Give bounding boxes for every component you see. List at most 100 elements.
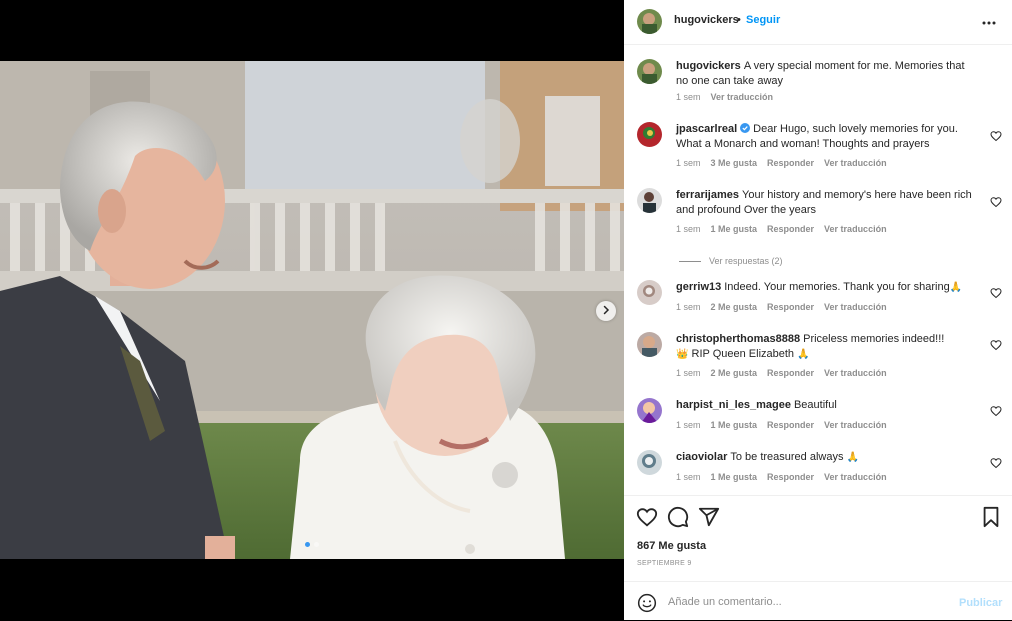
comment-avatar[interactable]	[637, 398, 662, 423]
reply-button[interactable]: Responder	[767, 472, 814, 482]
comment-like-heart-icon[interactable]	[990, 286, 1002, 299]
reply-button[interactable]: Responder	[767, 302, 814, 312]
translate-link[interactable]: Ver traducción	[824, 224, 887, 234]
comment-text: jpascarlreal Dear Hugo, such lovely memor…	[676, 122, 976, 152]
comment-meta: 1 sem 1 Me gusta Responder Ver traducció…	[676, 420, 887, 430]
comment-likes[interactable]: 2 Me gusta	[711, 368, 758, 378]
comment-icon	[667, 506, 689, 532]
reply-button[interactable]: Responder	[767, 158, 814, 168]
comment-like-heart-icon[interactable]	[990, 338, 1002, 351]
comment-username[interactable]: ferrarijames	[676, 189, 739, 201]
comment-avatar[interactable]	[637, 188, 662, 213]
comment-username[interactable]: jpascarlreal	[676, 123, 737, 135]
caption-time: 1 sem	[676, 92, 701, 102]
view-replies-label: Ver respuestas (2)	[709, 256, 783, 266]
comment-meta: 1 sem 1 Me gusta Responder Ver traducció…	[676, 224, 887, 234]
replies-divider	[679, 260, 701, 262]
verified-badge-icon	[740, 123, 751, 133]
comment-body: Beautiful	[793, 399, 837, 411]
comment-likes[interactable]: 1 Me gusta	[711, 420, 758, 430]
comment-body: Indeed. Your memories. Thank you for sha…	[724, 281, 950, 293]
praying-hands-emoji: 🙏	[846, 452, 859, 463]
translate-link[interactable]: Ver traducción	[824, 158, 887, 168]
comment-time: 1 sem	[676, 472, 701, 482]
post-photo[interactable]	[0, 61, 624, 559]
comment-avatar[interactable]	[637, 450, 662, 475]
comment-likes[interactable]: 1 Me gusta	[711, 224, 758, 234]
separator-bullet: •	[737, 14, 741, 26]
comment-body-line-2: RIP Queen Elizabeth	[691, 348, 795, 360]
next-image-button[interactable]	[596, 301, 616, 321]
view-replies-button[interactable]: Ver respuestas (2)	[679, 256, 783, 266]
caption-text: hugovickers A very special moment for me.…	[676, 59, 976, 89]
comment-button[interactable]	[667, 506, 689, 528]
translate-link[interactable]: Ver traducción	[824, 420, 887, 430]
comment-username[interactable]: harpist_ni_les_magee	[676, 399, 791, 411]
comment-time: 1 sem	[676, 158, 701, 168]
comment-username[interactable]: gerriw13	[676, 281, 721, 293]
comment-username[interactable]: ciaoviolar	[676, 451, 727, 463]
post-sidebar: hugovickers • Seguir hugovickers A very s…	[624, 0, 1012, 620]
translate-link[interactable]: Ver traducción	[824, 368, 887, 378]
comment-body: Priceless memories indeed!!!	[803, 333, 945, 345]
chevron-right-icon	[601, 302, 611, 320]
translate-link[interactable]: Ver traducción	[824, 472, 887, 482]
publish-button[interactable]: Publicar	[959, 597, 1002, 609]
comment-input[interactable]	[668, 592, 938, 612]
comment-like-heart-icon[interactable]	[990, 456, 1002, 469]
comment-meta: 1 sem 2 Me gusta Responder Ver traducció…	[676, 302, 887, 312]
comment-text: ferrarijames Your history and memory's he…	[676, 188, 976, 218]
comment-likes[interactable]: 2 Me gusta	[711, 302, 758, 312]
comment-avatar[interactable]	[637, 122, 662, 147]
comment-text: gerriw13 Indeed. Your memories. Thank you…	[676, 280, 976, 295]
comment-likes[interactable]: 3 Me gusta	[711, 158, 758, 168]
reply-button[interactable]: Responder	[767, 368, 814, 378]
comment-composer: Publicar	[624, 581, 1012, 621]
comment-time: 1 sem	[676, 302, 701, 312]
carousel-dot-1	[305, 542, 310, 547]
likes-count[interactable]: 867 Me gusta	[637, 540, 706, 552]
reply-button[interactable]: Responder	[767, 224, 814, 234]
carousel-indicator	[305, 542, 319, 547]
translate-link[interactable]: Ver traducción	[711, 92, 774, 102]
comment-username[interactable]: christopherthomas8888	[676, 333, 800, 345]
post-header: hugovickers • Seguir	[624, 0, 1012, 45]
comment-likes[interactable]: 1 Me gusta	[711, 472, 758, 482]
save-button[interactable]	[980, 506, 1002, 528]
crown-emoji: 👑	[676, 349, 689, 360]
comments-list: hugovickers A very special moment for me.…	[624, 45, 1012, 495]
share-icon	[698, 507, 720, 532]
translate-link[interactable]: Ver traducción	[824, 302, 887, 312]
comment-like-heart-icon[interactable]	[990, 404, 1002, 417]
like-button[interactable]	[636, 506, 658, 528]
emoji-picker-button[interactable]	[637, 593, 657, 613]
comment-like-heart-icon[interactable]	[990, 129, 1002, 142]
author-avatar[interactable]	[637, 9, 662, 34]
praying-hands-emoji: 🙏	[949, 282, 963, 293]
author-username[interactable]: hugovickers	[674, 14, 739, 26]
comment-avatar[interactable]	[637, 280, 662, 305]
share-button[interactable]	[698, 506, 720, 528]
post-date[interactable]: SEPTIEMBRE 9	[637, 560, 692, 567]
more-horizontal-icon	[982, 12, 996, 30]
comment-time: 1 sem	[676, 368, 701, 378]
post-actions: 867 Me gusta SEPTIEMBRE 9	[624, 495, 1012, 581]
comment-meta: 1 sem 1 Me gusta Responder Ver traducció…	[676, 472, 887, 482]
comment-text: ciaoviolar To be treasured always 🙏	[676, 450, 976, 465]
comment-time: 1 sem	[676, 420, 701, 430]
follow-button[interactable]: Seguir	[746, 14, 780, 26]
bookmark-icon	[980, 506, 1002, 532]
caption-username[interactable]: hugovickers	[676, 60, 741, 72]
comment-text: christopherthomas8888 Priceless memories …	[676, 332, 976, 362]
comment-time: 1 sem	[676, 224, 701, 234]
comment-body: To be treasured always	[730, 451, 844, 463]
comment-meta: 1 sem 3 Me gusta Responder Ver traducció…	[676, 158, 887, 168]
comment-like-heart-icon[interactable]	[990, 195, 1002, 208]
reply-button[interactable]: Responder	[767, 420, 814, 430]
praying-hands-emoji: 🙏	[797, 349, 810, 360]
post-media	[0, 0, 624, 620]
caption-avatar[interactable]	[637, 59, 662, 84]
smiley-icon	[637, 593, 657, 617]
more-options-button[interactable]	[979, 12, 999, 30]
comment-avatar[interactable]	[637, 332, 662, 357]
